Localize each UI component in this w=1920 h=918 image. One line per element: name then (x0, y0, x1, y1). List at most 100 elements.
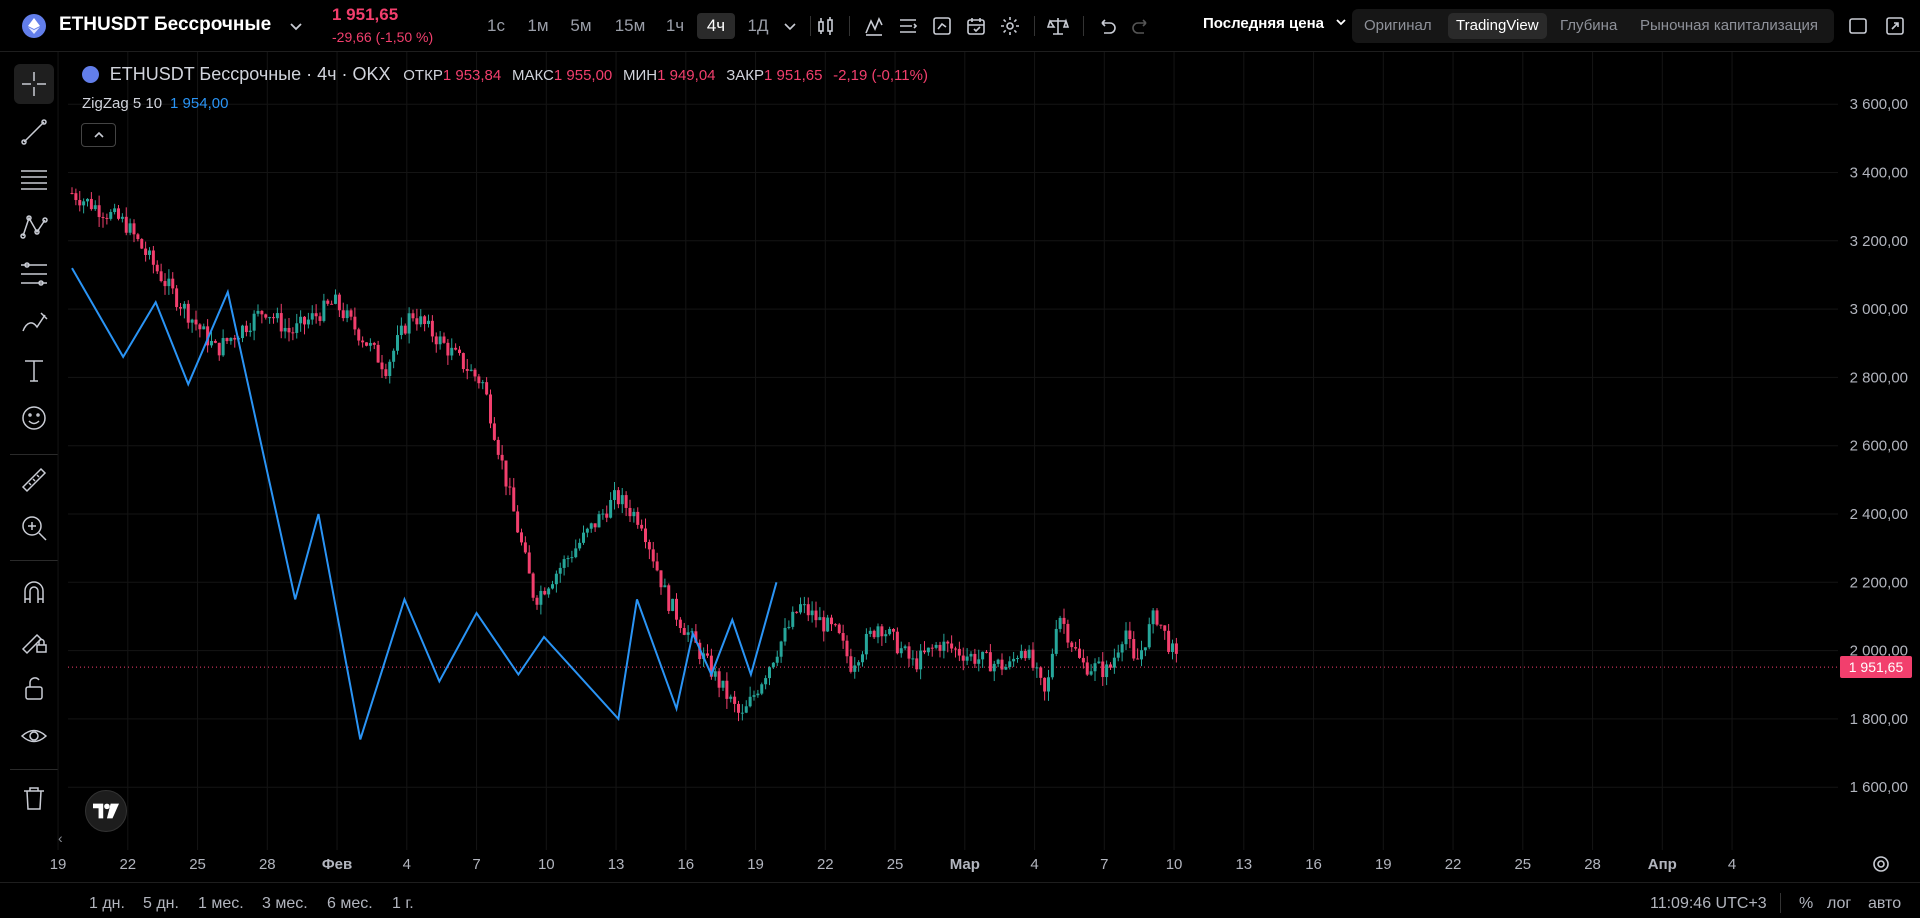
candle (303, 316, 306, 325)
candle (756, 693, 760, 696)
candle (655, 561, 659, 571)
candle (531, 573, 535, 598)
candle (411, 313, 415, 319)
candle (376, 344, 380, 363)
candle (349, 310, 353, 317)
x-tick-label: 22 (1445, 856, 1462, 873)
percent-toggle[interactable]: % (1799, 895, 1813, 913)
candle (771, 662, 775, 668)
candle (795, 611, 799, 613)
range-1y[interactable]: 1 г. (392, 895, 414, 913)
candle (117, 208, 120, 219)
candle (783, 627, 787, 642)
x-tick-label: Апр (1648, 856, 1677, 873)
candle (330, 303, 334, 305)
candle (663, 585, 667, 588)
candle (438, 336, 442, 345)
x-tick-label: 25 (189, 856, 206, 873)
candle (272, 317, 275, 319)
candle (365, 342, 368, 346)
candle (415, 318, 419, 325)
candle (1109, 664, 1112, 668)
candle (744, 706, 748, 713)
candle (915, 658, 919, 670)
range-1m[interactable]: 1 мес. (198, 895, 244, 913)
range-6m[interactable]: 6 мес. (327, 895, 373, 913)
x-tick-label: 13 (608, 856, 625, 873)
x-tick-label: 13 (1235, 856, 1252, 873)
legend-change: -2,19 (-0,11%) (833, 67, 928, 84)
candle (148, 250, 151, 255)
x-tick-label: 4 (403, 856, 411, 873)
settings-gear-icon[interactable] (1869, 852, 1893, 876)
candle (361, 340, 365, 343)
candle (334, 294, 337, 304)
price-chart[interactable]: 3 600,00 3 400,00 3 200,00 3 000,00 2 800,00… (0, 0, 1920, 918)
candle (260, 310, 264, 315)
candle (907, 646, 911, 659)
candle (1159, 624, 1163, 626)
collapse-legend-button[interactable] (81, 123, 116, 147)
auto-toggle[interactable]: авто (1868, 895, 1901, 913)
candle (721, 680, 725, 688)
candle (1027, 649, 1031, 659)
candle (934, 644, 938, 648)
candle (942, 641, 946, 651)
y-tick-label: 2 400,00 (1850, 506, 1908, 523)
candle (256, 310, 260, 314)
candle (1143, 647, 1147, 651)
candle (151, 250, 155, 265)
candle (1043, 677, 1047, 692)
candle (275, 313, 279, 319)
chart-legend: ETHUSDT Бессрочные · 4ч · OKX ОТКР1 953,… (82, 63, 928, 85)
legend-high: 1 955,00 (553, 67, 613, 84)
log-toggle[interactable]: лог (1827, 895, 1851, 913)
legend-title: ETHUSDT Бессрочные · 4ч · OKX (109, 64, 391, 84)
candle (1093, 663, 1097, 672)
legend-open: 1 953,84 (442, 67, 502, 84)
candle (965, 656, 969, 661)
candle (1116, 652, 1120, 658)
candle (799, 604, 802, 613)
candle (1066, 623, 1070, 643)
candle (1151, 610, 1155, 625)
legend-low: 1 949,04 (657, 67, 716, 84)
candle (380, 362, 384, 370)
candle (283, 327, 287, 332)
candle (403, 325, 407, 334)
candle (713, 671, 717, 677)
candle (810, 610, 814, 616)
candle (217, 342, 221, 356)
candle (682, 628, 686, 635)
range-1d[interactable]: 1 дн. (89, 895, 125, 913)
candle (706, 653, 709, 656)
candle (884, 634, 888, 637)
candle (1101, 661, 1105, 678)
candle (729, 696, 733, 699)
candle (450, 347, 454, 356)
clock[interactable]: 11:09:46 UTC+3 (1650, 895, 1767, 913)
candle (861, 654, 864, 663)
x-tick-label: 25 (1514, 856, 1531, 873)
range-3m[interactable]: 3 мес. (262, 895, 308, 913)
candle (140, 239, 144, 249)
candle (996, 659, 1000, 664)
y-tick-label: 2 600,00 (1850, 438, 1908, 455)
candle (473, 369, 477, 377)
x-tick-label: 25 (887, 856, 904, 873)
range-5d[interactable]: 5 дн. (143, 895, 179, 913)
candle (171, 278, 175, 289)
zigzag-line (71, 267, 778, 740)
candle (566, 558, 570, 560)
candle (605, 513, 609, 518)
candle (647, 542, 651, 550)
candle (477, 376, 481, 384)
candle (857, 662, 861, 666)
candle (849, 656, 853, 672)
legend-close-label: ЗАКР (726, 67, 765, 84)
candle (86, 198, 89, 202)
candle (299, 316, 303, 324)
zigzag-indicator-legend[interactable]: ZigZag 5 10 1 954,00 (82, 95, 228, 112)
candle (492, 423, 496, 440)
tradingview-logo[interactable] (85, 790, 127, 832)
